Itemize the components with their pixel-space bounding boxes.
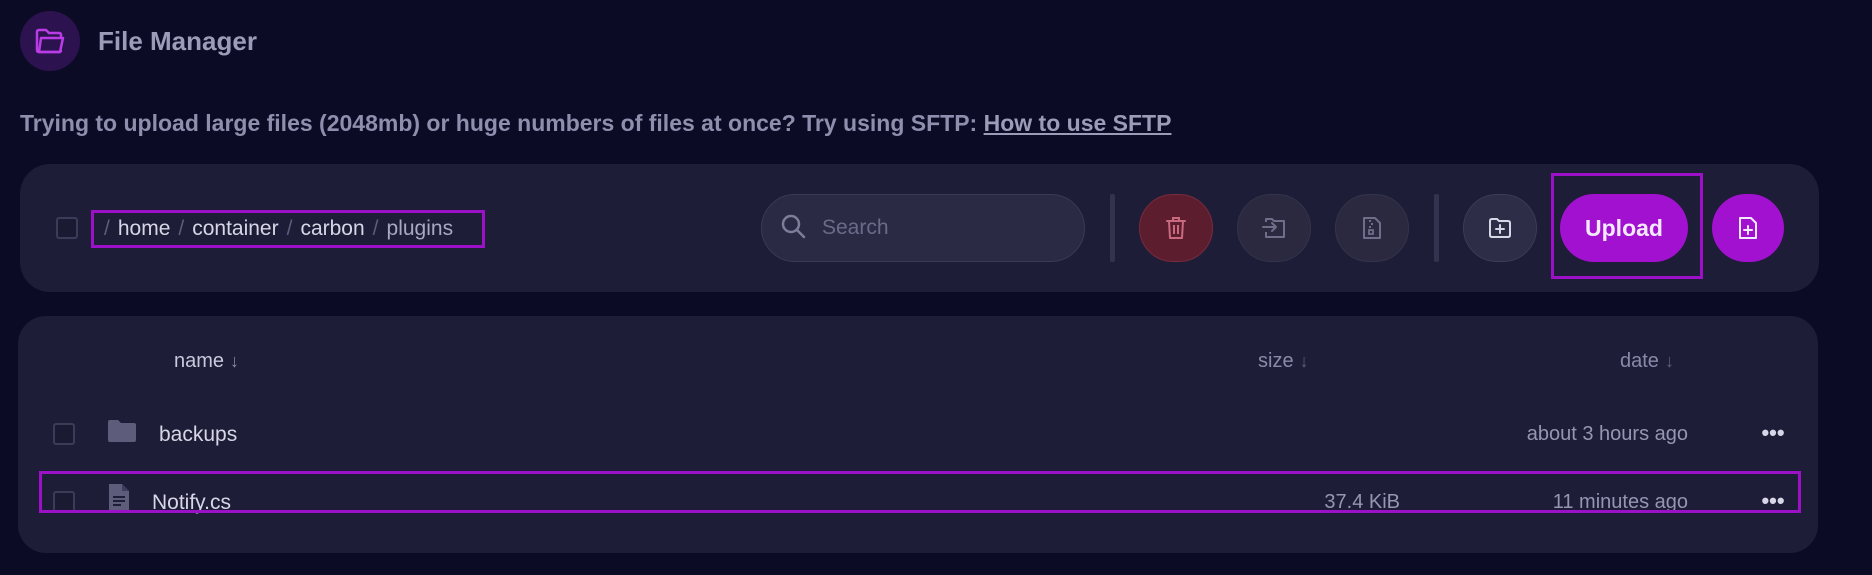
more-options-icon[interactable]: ••• [1758,415,1788,451]
breadcrumb-item-container[interactable]: container [192,217,278,241]
breadcrumb-separator: / [372,217,379,240]
column-header-name-label: name [174,350,225,372]
breadcrumb-item-home[interactable]: home [118,217,171,241]
file-date: about 3 hours ago [1526,423,1688,445]
sort-arrow-icon: ↓ [1299,351,1309,371]
search-icon [780,213,806,244]
sftp-notice-text: Trying to upload large files (2048mb) or… [20,110,978,136]
breadcrumb-separator: / [286,217,293,240]
breadcrumb: / home / container / carbon / plugins [91,210,485,248]
toolbar-divider [1434,194,1439,262]
breadcrumb-item-plugins: plugins [386,217,454,240]
folder-icon [107,419,137,448]
breadcrumb-separator: / [104,217,110,240]
table-row[interactable]: backups about 3 hours ago ••• [18,411,1818,459]
column-header-date-label: date [1620,350,1659,372]
trash-icon [1166,217,1186,239]
move-file-icon [1262,218,1285,238]
folder-icon [20,11,80,71]
archive-file-icon [1363,217,1381,239]
new-file-button[interactable] [1712,194,1784,262]
new-folder-button[interactable] [1463,194,1537,262]
breadcrumb-separator: / [178,217,185,240]
upload-button[interactable]: Upload [1560,194,1688,262]
column-header-name[interactable]: name ↓ [174,350,239,373]
delete-button[interactable] [1139,194,1213,262]
page-title: File Manager [98,25,257,56]
file-toolbar: / home / container / carbon / plugins Se… [20,164,1819,292]
column-header-size-label: size [1258,350,1294,372]
move-button[interactable] [1237,194,1311,262]
file-list: name ↓ size ↓ date ↓ backups about 3 hours … [18,316,1818,553]
sftp-help-link[interactable]: How to use SFTP [984,110,1172,136]
search-input[interactable] [820,215,1054,241]
archive-button[interactable] [1335,194,1409,262]
folder-plus-icon [1489,218,1511,238]
row-checkbox[interactable] [53,423,75,445]
sftp-notice: Trying to upload large files (2048mb) or… [20,110,1171,137]
sort-arrow-icon: ↓ [230,351,240,371]
breadcrumb-item-carbon[interactable]: carbon [300,217,364,241]
column-header-size[interactable]: size ↓ [1258,350,1309,373]
row-highlight-frame [39,471,1801,513]
sort-arrow-icon: ↓ [1664,351,1674,371]
search-box[interactable] [761,194,1085,262]
toolbar-divider [1110,194,1115,262]
page-header: File Manager [20,10,257,72]
file-plus-icon [1739,217,1757,239]
select-all-checkbox[interactable] [56,217,78,239]
column-header-date[interactable]: date ↓ [1620,350,1674,373]
file-name[interactable]: backups [159,423,237,447]
